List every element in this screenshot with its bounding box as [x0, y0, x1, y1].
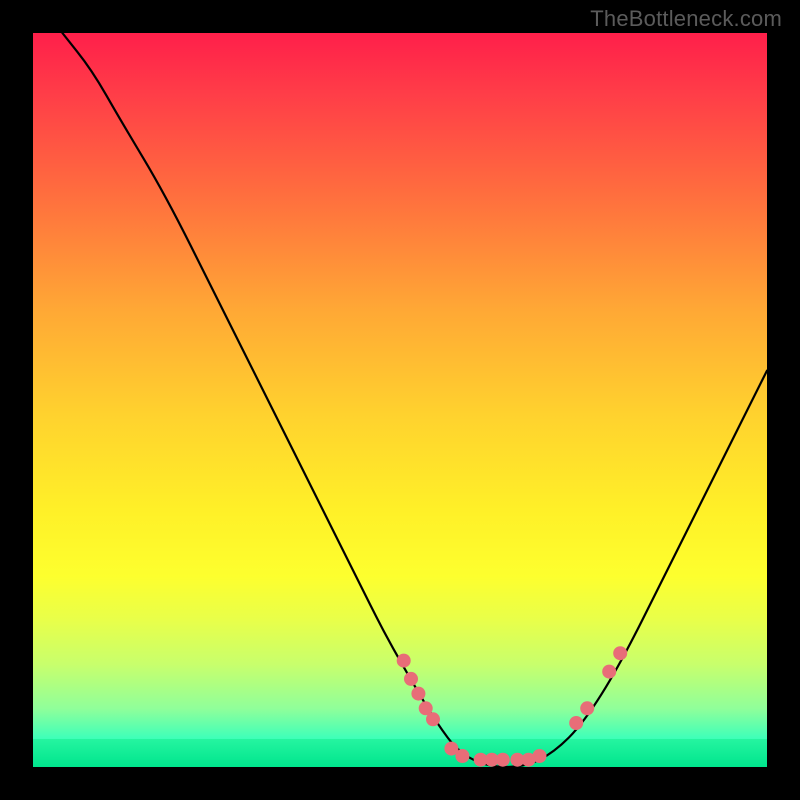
bottleneck-curve: [62, 33, 767, 767]
data-markers-group: [397, 646, 628, 767]
data-marker: [397, 654, 411, 668]
chart-svg: [33, 33, 767, 767]
data-marker: [613, 646, 627, 660]
data-marker: [580, 701, 594, 715]
data-marker: [411, 687, 425, 701]
data-marker: [602, 665, 616, 679]
data-marker: [426, 712, 440, 726]
data-marker: [533, 749, 547, 763]
data-marker: [569, 716, 583, 730]
watermark-text: TheBottleneck.com: [590, 6, 782, 32]
data-marker: [496, 753, 510, 767]
data-marker: [404, 672, 418, 686]
chart-plot-area: [33, 33, 767, 767]
data-marker: [455, 749, 469, 763]
